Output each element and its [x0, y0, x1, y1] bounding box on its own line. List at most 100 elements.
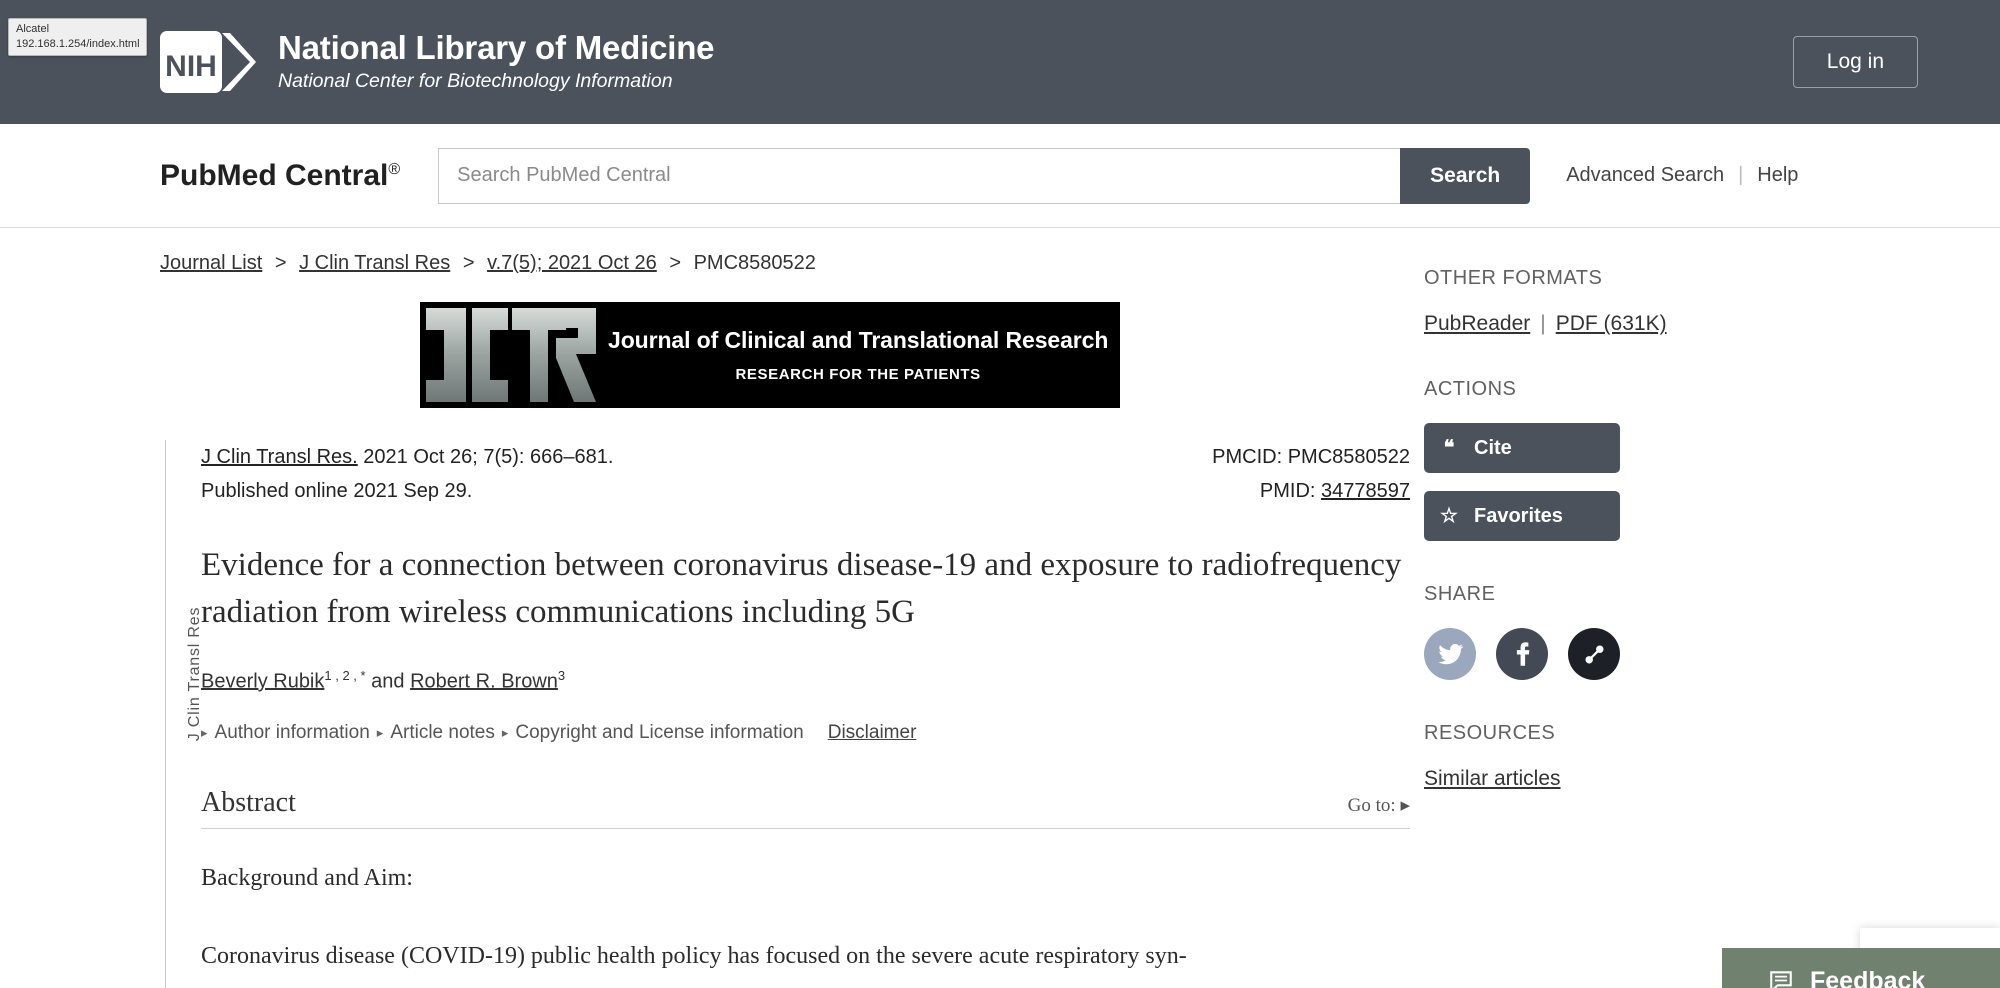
search-button[interactable]: Search — [1400, 147, 1531, 204]
quote-icon: ❝ — [1443, 437, 1455, 459]
feedback-button[interactable]: Feedback — [1722, 948, 2000, 988]
registered-mark: ® — [388, 160, 401, 178]
abstract-subheading: Background and Aim: — [201, 865, 413, 892]
other-formats-label: OTHER FORMATS — [1424, 267, 1603, 289]
breadcrumb-item-current: PMC8580522 — [693, 252, 816, 274]
actions-label: ACTIONS — [1424, 378, 1517, 400]
author-conjunction: and — [365, 670, 411, 693]
pdf-link[interactable]: PDF (631K) — [1556, 312, 1667, 335]
disclaimer-link[interactable]: Disclaimer — [828, 722, 917, 744]
nih-title: National Library of Medicine — [278, 29, 715, 67]
abstract-text: Coronavirus disease (COVID-19) public he… — [201, 943, 1187, 970]
share-block: SHARE — [1424, 583, 1840, 680]
article-meta-links: ▸ Author information ▸ Article notes ▸ C… — [201, 722, 1410, 744]
pmid-line: PMID: 34778597 — [1212, 474, 1410, 508]
pmc-brand-label: PubMed Central — [160, 158, 389, 192]
advanced-search-link[interactable]: Advanced Search — [1566, 164, 1724, 187]
abstract-header: Abstract Go to: ▸ — [201, 787, 1410, 830]
jctr-monogram-icon — [420, 302, 606, 408]
author-link-1[interactable]: Beverly Rubik — [201, 670, 324, 692]
goto-label: Go to: — [1347, 795, 1396, 817]
resources-block: RESOURCES Similar articles — [1424, 722, 1840, 791]
feedback-label: Feedback — [1810, 966, 1926, 988]
nih-subtitle: National Center for Biotechnology Inform… — [278, 70, 673, 93]
citation-left: J Clin Transl Res. 2021 Oct 26; 7(5): 66… — [201, 440, 613, 508]
article-body: J Clin Transl Res J Clin Transl Res. 202… — [165, 440, 1410, 988]
author-information-link[interactable]: Author information — [215, 722, 370, 744]
author-affiliation-2: 3 — [557, 667, 566, 683]
favorites-button[interactable]: ☆ Favorites — [1424, 491, 1620, 541]
browser-tab-tooltip: Alcatel 192.168.1.254/index.html — [8, 18, 147, 57]
sidebar-column: OTHER FORMATS PubReader | PDF (631K) ACTIO… — [1410, 252, 1840, 988]
published-online: Published online 2021 Sep 29. — [201, 480, 473, 502]
author-list: Beverly Rubik1 , 2 , * and Robert R. Bro… — [201, 668, 1410, 694]
page-content: Journal List > J Clin Transl Res > v.7(5… — [0, 228, 2000, 988]
pmcid-line: PMCID: PMC8580522 — [1212, 440, 1410, 474]
similar-articles-link[interactable]: Similar articles — [1424, 767, 1561, 790]
author-affiliation-1: 1 , 2 , * — [324, 667, 366, 683]
links-separator: | — [1738, 164, 1744, 186]
author-link-2[interactable]: Robert R. Brown — [410, 670, 558, 692]
other-formats-links: PubReader | PDF (631K) — [1424, 312, 1840, 336]
login-button[interactable]: Log in — [1792, 36, 1918, 88]
pmcid-label: PMCID: — [1212, 446, 1288, 468]
pmcid-value: PMC8580522 — [1287, 446, 1410, 468]
tooltip-url: 192.168.1.254/index.html — [16, 37, 140, 50]
nih-logo-icon: NIH — [160, 30, 256, 93]
cite-button[interactable]: ❝ Cite — [1424, 423, 1620, 473]
goto-link[interactable]: Go to: ▸ — [1348, 794, 1410, 817]
breadcrumb-item-volume[interactable]: v.7(5); 2021 Oct 26 — [487, 252, 657, 274]
breadcrumb: Journal List > J Clin Transl Res > v.7(5… — [160, 252, 1410, 275]
tooltip-title: Alcatel — [16, 23, 50, 35]
pmc-search-bar: PubMed Central® Search Advanced Search |… — [0, 124, 2000, 228]
permalink-icon[interactable] — [1568, 628, 1620, 680]
breadcrumb-separator: > — [669, 252, 682, 274]
share-label: SHARE — [1424, 583, 1496, 605]
comment-icon — [1770, 971, 1792, 988]
journal-banner-title: Journal of Clinical and Translational Re… — [608, 327, 1109, 353]
article-notes-link[interactable]: Article notes — [390, 722, 495, 744]
search-bar-links: Advanced Search | Help — [1566, 164, 1798, 187]
breadcrumb-separator: > — [462, 252, 475, 274]
journal-banner-text: Journal of Clinical and Translational Re… — [606, 327, 1108, 383]
article-column: Journal List > J Clin Transl Res > v.7(5… — [160, 252, 1410, 988]
citation-journal-link[interactable]: J Clin Transl Res. — [201, 446, 358, 468]
help-link[interactable]: Help — [1757, 164, 1798, 187]
triangle-right-icon: ▸ — [501, 725, 509, 741]
actions-block: ACTIONS ❝ Cite ☆ Favorites — [1424, 378, 1840, 541]
formats-separator: | — [1540, 312, 1546, 335]
twitter-icon[interactable] — [1424, 628, 1476, 680]
breadcrumb-item-journal[interactable]: J Clin Transl Res — [299, 252, 450, 274]
triangle-right-icon: ▸ — [1400, 795, 1410, 817]
share-icon-group — [1424, 628, 1840, 680]
nih-logo-group[interactable]: NIH National Library of Medicine Nationa… — [160, 29, 715, 93]
facebook-icon[interactable] — [1496, 628, 1548, 680]
journal-banner-tagline: RESEARCH FOR THE PATIENTS — [735, 366, 981, 383]
cite-button-label: Cite — [1474, 436, 1512, 459]
pmid-link[interactable]: 34778597 — [1321, 480, 1410, 502]
breadcrumb-separator: > — [274, 252, 287, 274]
citation-row: J Clin Transl Res. 2021 Oct 26; 7(5): 66… — [201, 440, 1410, 508]
favorites-button-label: Favorites — [1474, 504, 1563, 527]
breadcrumb-item-journal-list[interactable]: Journal List — [160, 252, 262, 274]
resources-label: RESOURCES — [1424, 722, 1556, 744]
nih-header: Alcatel 192.168.1.254/index.html NIH Nat… — [0, 0, 2000, 124]
nih-title-group: National Library of Medicine National Ce… — [278, 29, 715, 93]
citation-right: PMCID: PMC8580522 PMID: 34778597 — [1212, 440, 1410, 508]
pubreader-link[interactable]: PubReader — [1424, 312, 1530, 335]
abstract-heading: Abstract — [201, 787, 296, 819]
search-input[interactable] — [438, 147, 1401, 204]
triangle-right-icon: ▸ — [376, 725, 384, 741]
pmc-brand-title[interactable]: PubMed Central® — [160, 159, 400, 193]
article-title: Evidence for a connection between corona… — [201, 547, 1402, 630]
search-form: Search — [438, 147, 1531, 204]
other-formats-block: OTHER FORMATS PubReader | PDF (631K) — [1424, 267, 1840, 336]
journal-banner[interactable]: Journal of Clinical and Translational Re… — [420, 302, 1120, 408]
copyright-license-link[interactable]: Copyright and License information — [515, 722, 803, 744]
citation-line: J Clin Transl Res. 2021 Oct 26; 7(5): 66… — [201, 440, 613, 474]
star-icon: ☆ — [1440, 505, 1458, 527]
journal-rail-label: J Clin Transl Res — [186, 606, 203, 742]
corner-widget-stack: Feedback Exit PMC Labs — [1722, 948, 2000, 988]
pmid-label: PMID: — [1259, 480, 1322, 502]
svg-text:NIH: NIH — [165, 50, 217, 83]
